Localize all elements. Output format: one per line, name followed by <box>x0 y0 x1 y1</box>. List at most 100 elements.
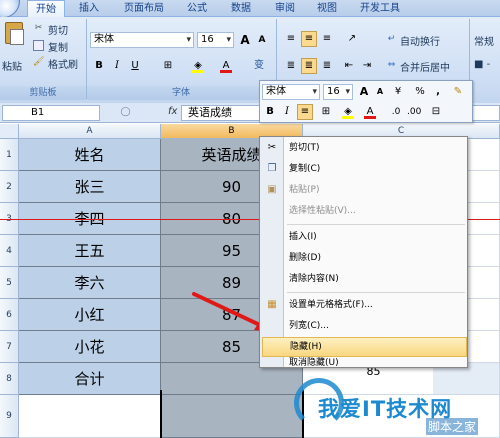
tab-developer[interactable]: 开发工具 <box>352 0 408 17</box>
row-header[interactable]: 6 <box>0 299 19 331</box>
tab-page-layout[interactable]: 页面布局 <box>115 0 173 17</box>
increase-indent-button[interactable]: ⇥ <box>359 58 375 74</box>
cell-b9[interactable] <box>161 395 303 438</box>
menu-item-format-cells[interactable]: ▦ 设置单元格格式(F)... <box>262 295 467 315</box>
number-format-select[interactable]: 常规 <box>474 33 494 48</box>
mini-size-select[interactable]: 16 <box>323 84 353 100</box>
borders-button[interactable]: ⊞ <box>160 58 176 74</box>
cell-a4[interactable]: 王五 <box>19 235 161 267</box>
menu-item-copy[interactable]: ❐ 复制(C) <box>262 159 467 179</box>
copy-button[interactable]: 复制 <box>48 39 68 54</box>
menu-item-label: 选择性粘贴(V)... <box>289 206 356 216</box>
row-header[interactable]: 1 <box>0 139 19 171</box>
paste-button[interactable]: 粘贴 <box>2 20 26 80</box>
bold-button[interactable]: B <box>91 58 107 74</box>
cell-a6[interactable]: 小红 <box>19 299 161 331</box>
row-header[interactable]: 5 <box>0 267 19 299</box>
mini-decimal-increase-button[interactable]: .0 <box>388 104 404 120</box>
mini-font-select[interactable]: 宋体 <box>262 84 320 100</box>
wrap-text-button[interactable]: 自动换行 <box>400 33 440 48</box>
italic-button[interactable]: I <box>109 58 125 74</box>
mini-grow-font-button[interactable]: A <box>356 84 372 100</box>
menu-item-clear-contents[interactable]: 清除内容(N) <box>262 269 467 289</box>
mini-shrink-font-button[interactable]: A <box>372 84 388 100</box>
align-bottom-button[interactable]: ≡ <box>319 31 335 47</box>
decrease-decimal-icon: .00 <box>407 107 422 117</box>
mini-italic-button[interactable]: I <box>279 104 295 120</box>
mini-font-color-button[interactable]: A <box>362 104 378 120</box>
tab-view[interactable]: 视图 <box>310 0 344 17</box>
row-header[interactable]: 8 <box>0 363 19 395</box>
tab-home[interactable]: 开始 <box>27 0 65 18</box>
orientation-icon: ↗ <box>347 33 357 44</box>
row-header[interactable]: 7 <box>0 331 19 363</box>
mini-decimal-decrease-button[interactable]: .00 <box>406 104 422 120</box>
menu-item-insert[interactable]: 插入(I) <box>262 227 467 247</box>
menu-item-unhide[interactable]: 取消隐藏(U) <box>262 358 467 368</box>
mini-merge-button[interactable]: ⊟ <box>428 104 444 120</box>
menu-item-paste-special[interactable]: 选择性粘贴(V)... <box>262 201 467 221</box>
mini-bold-button[interactable]: B <box>262 104 278 120</box>
menu-item-delete[interactable]: 删除(D) <box>262 248 467 268</box>
align-left-button[interactable]: ≣ <box>283 58 299 74</box>
fill-color-button[interactable]: ◈ <box>190 58 206 74</box>
mini-borders-button[interactable]: ⊞ <box>318 104 334 120</box>
align-left-icon: ≣ <box>286 60 296 71</box>
wrap-text-icon: ↵ <box>387 34 396 44</box>
tab-insert[interactable]: 插入 <box>72 0 106 17</box>
cut-button[interactable]: 剪切 <box>48 22 68 37</box>
font-color-swatch <box>220 70 232 73</box>
tab-data[interactable]: 数据 <box>224 0 258 17</box>
currency-icon[interactable]: ■ - <box>474 59 490 70</box>
decrease-indent-icon: ⇤ <box>344 60 354 71</box>
tab-formulas[interactable]: 公式 <box>180 0 214 17</box>
paste-label: 粘贴 <box>2 62 22 73</box>
align-right-button[interactable]: ≣ <box>319 58 335 74</box>
decrease-indent-button[interactable]: ⇤ <box>341 58 357 74</box>
office-button[interactable] <box>0 0 20 18</box>
mini-currency-button[interactable]: ¥ <box>390 84 406 100</box>
insert-function-button[interactable]: fx <box>168 106 177 117</box>
mini-format-painter-icon[interactable]: ✎ <box>450 84 466 100</box>
cell-a8[interactable]: 合计 <box>19 363 161 395</box>
font-size-select[interactable]: 16 <box>197 32 234 48</box>
column-header-a[interactable]: A <box>19 124 161 139</box>
cell-a1[interactable]: 姓名 <box>19 139 161 171</box>
align-top-button[interactable]: ≡ <box>283 31 299 47</box>
menu-item-column-width[interactable]: 列宽(C)... <box>262 316 467 336</box>
mini-fill-color-button[interactable]: ◈ <box>340 104 356 120</box>
orientation-button[interactable]: ↗ <box>341 31 363 47</box>
name-box-dropdown-icon[interactable]: ◯ <box>120 107 131 118</box>
fill-color-swatch <box>192 70 204 73</box>
grow-font-button[interactable]: A <box>237 32 253 48</box>
font-name-select[interactable]: 宋体 <box>90 32 194 48</box>
shrink-font-button[interactable]: A <box>254 32 270 48</box>
format-painter-icon: 🖌 <box>33 57 45 67</box>
change-case-button[interactable]: 变 <box>248 58 270 74</box>
row-header[interactable]: 4 <box>0 235 19 267</box>
cell-a9[interactable] <box>19 395 161 438</box>
cell-a5[interactable]: 李六 <box>19 267 161 299</box>
menu-item-label: 清除内容(N) <box>289 274 339 284</box>
tab-review[interactable]: 审阅 <box>268 0 302 17</box>
row-header[interactable]: 9 <box>0 395 19 438</box>
merge-center-button[interactable]: 合并后居中 <box>400 59 450 74</box>
mini-center-button[interactable]: ≡ <box>297 104 313 120</box>
name-box[interactable]: B1 <box>2 105 100 121</box>
mini-percent-button[interactable]: % <box>412 84 428 100</box>
menu-item-paste[interactable]: ▣ 粘贴(P) <box>262 180 467 200</box>
format-painter-button[interactable]: 格式刷 <box>48 56 78 71</box>
menu-item-cut[interactable]: ✂ 剪切(T) <box>262 138 467 158</box>
mini-comma-button[interactable]: , <box>430 84 446 100</box>
align-middle-button[interactable]: ≡ <box>301 31 317 47</box>
align-center-button[interactable]: ≣ <box>301 58 317 74</box>
menu-item-label: 设置单元格格式(F)... <box>289 300 373 310</box>
scissors-icon: ✂ <box>267 142 277 153</box>
cell-a2[interactable]: 张三 <box>19 171 161 203</box>
menu-item-hide[interactable]: 隐藏(H) <box>262 337 467 357</box>
select-all-corner[interactable] <box>0 124 19 139</box>
underline-button[interactable]: U <box>127 58 143 74</box>
row-header[interactable]: 2 <box>0 171 19 203</box>
cell-a7[interactable]: 小花 <box>19 331 161 363</box>
font-color-button[interactable]: A <box>218 58 234 74</box>
